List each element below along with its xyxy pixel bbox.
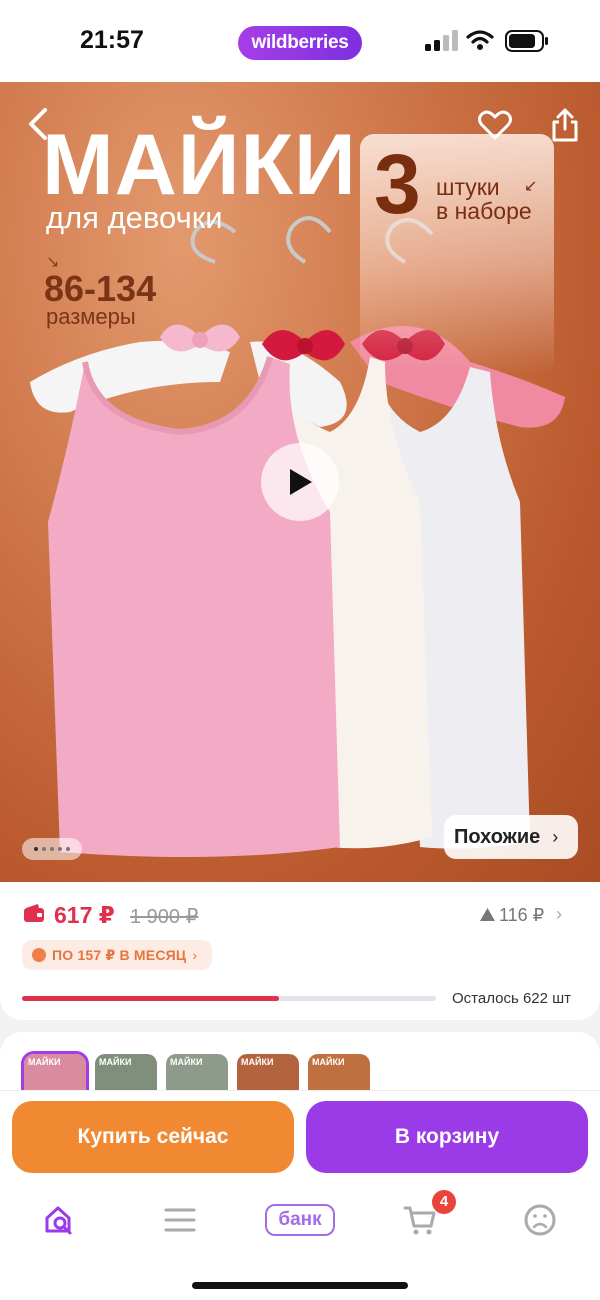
status-time: 21:57 [80, 26, 144, 54]
cart-icon [403, 1206, 436, 1235]
hero-title: МАЙКИ [42, 117, 357, 213]
similar-label: Похожие [454, 825, 541, 848]
product-image-carousel[interactable]: МАЙКИ для девочки ↘ 86-134 размеры 3 шту… [0, 82, 600, 882]
carousel-dot [42, 847, 46, 851]
action-bar: Купить сейчас В корзину [0, 1090, 600, 1190]
old-price: 1 900 ₽ [130, 906, 199, 928]
current-price: 617 ₽ [54, 902, 115, 928]
share-button[interactable] [544, 104, 586, 146]
set-count: 3 [374, 137, 421, 231]
cart-count-badge: 4 [432, 1190, 456, 1214]
wallet-icon [24, 904, 44, 922]
installment-button[interactable]: ПО 157 ₽ В МЕСЯЦ › [22, 940, 212, 970]
carousel-dot [66, 847, 70, 851]
variant-thumbnail-label: МАЙКИ [99, 1057, 132, 1067]
favorite-button[interactable] [474, 104, 516, 146]
variant-thumbnail-label: МАЙКИ [241, 1057, 274, 1067]
sizes-label: размеры [46, 304, 136, 329]
heart-icon [478, 110, 512, 140]
chevron-right-icon[interactable]: › [556, 904, 562, 925]
similar-products-button[interactable]: Похожие › [444, 815, 578, 859]
chevron-right-icon: › [192, 947, 197, 963]
back-button[interactable] [18, 104, 58, 144]
battery-icon [505, 30, 548, 52]
status-bar: 21:57 wildberries [0, 0, 600, 82]
home-search-icon [45, 1206, 72, 1235]
variant-thumbnail-label: МАЙКИ [312, 1057, 345, 1067]
set-label-line2: в наборе [436, 198, 532, 224]
carousel-indicator [22, 838, 82, 860]
installment-text: ПО 157 ₽ В МЕСЯЦ [52, 946, 187, 963]
carousel-dot [58, 847, 62, 851]
chevron-right-icon: › [552, 826, 559, 847]
menu-icon [164, 1208, 196, 1232]
tab-bank[interactable]: банк [264, 1198, 336, 1242]
stock-progress-bar [22, 996, 436, 1001]
set-label-line1: штуки [436, 174, 500, 200]
bank-label: банк [265, 1204, 335, 1236]
tab-profile[interactable] [510, 1198, 570, 1242]
variant-thumbnail-label: МАЙКИ [170, 1057, 203, 1067]
chevron-left-icon [29, 108, 47, 140]
carousel-dot [50, 847, 54, 851]
buy-now-button[interactable]: Купить сейчас [12, 1101, 294, 1173]
arrow-down-left-icon: ↙ [524, 178, 538, 195]
play-icon [290, 469, 312, 495]
carousel-dot [34, 847, 38, 851]
price-card: 617 ₽ 1 900 ₽ 116 ₽ › ПО 157 ₽ В МЕСЯЦ ›… [0, 882, 600, 1020]
tab-catalog[interactable] [150, 1198, 210, 1242]
price-change[interactable]: 116 ₽ [499, 905, 544, 926]
add-to-cart-button[interactable]: В корзину [306, 1101, 588, 1173]
bottom-tab-bar: банк 4 [0, 1190, 600, 1300]
pie-chart-icon [32, 948, 46, 962]
profile-icon [524, 1204, 556, 1236]
tab-home-search[interactable] [30, 1198, 90, 1242]
stock-progress-fill [22, 996, 279, 1001]
play-video-button[interactable] [261, 443, 339, 521]
hero-subtitle: для девочки [46, 200, 223, 235]
brand-logo: wildberries [238, 26, 362, 60]
stock-remaining: Осталось 622 шт [452, 990, 572, 1007]
share-icon [552, 108, 578, 142]
triangle-up-icon [480, 908, 495, 921]
home-indicator [192, 1282, 408, 1289]
variant-thumbnail-label: МАЙКИ [28, 1057, 61, 1067]
wifi-icon [466, 30, 494, 50]
product-page: 21:57 wildberries МАЙКИ для девочки ↘ 86… [0, 0, 600, 1300]
cellular-signal-icon [425, 30, 458, 51]
